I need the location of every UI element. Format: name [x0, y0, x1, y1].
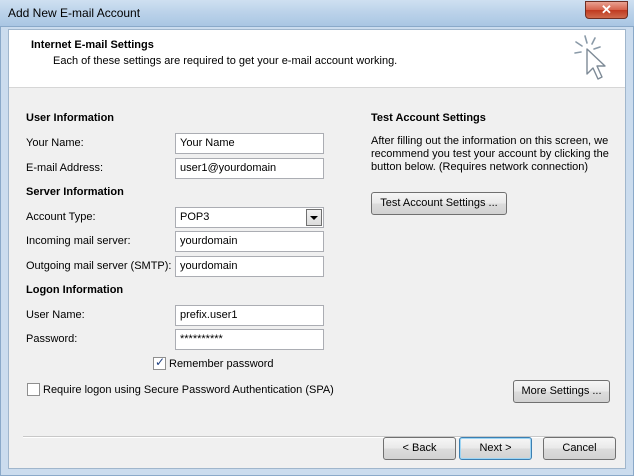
username-label: User Name:: [26, 309, 85, 321]
title-bar: Add New E-mail Account ✕: [0, 0, 634, 27]
email-label: E-mail Address:: [26, 162, 104, 174]
back-button[interactable]: < Back: [383, 437, 456, 460]
close-icon: ✕: [601, 2, 612, 17]
test-account-settings-button[interactable]: Test Account Settings ...: [371, 192, 507, 215]
username-input[interactable]: prefix.user1: [175, 305, 324, 326]
server-info-heading: Server Information: [26, 186, 124, 198]
password-input[interactable]: **********: [175, 329, 324, 350]
cursor-click-icon: [574, 35, 606, 80]
window-title: Add New E-mail Account: [8, 6, 141, 20]
outgoing-server-input[interactable]: yourdomain: [175, 256, 324, 277]
email-input[interactable]: user1@yourdomain: [175, 158, 324, 179]
remember-password-checkbox[interactable]: [153, 355, 166, 370]
outgoing-server-label: Outgoing mail server (SMTP):: [26, 260, 172, 272]
user-info-heading: User Information: [26, 112, 115, 124]
your-name-label: Your Name:: [26, 137, 84, 149]
account-type-value: POP3: [180, 211, 210, 223]
account-type-label: Account Type:: [26, 211, 96, 223]
header-banner: Internet E-mail Settings Each of these s…: [9, 30, 625, 88]
spa-checkbox[interactable]: [27, 383, 40, 396]
dialog-client: Internet E-mail Settings Each of these s…: [8, 29, 626, 469]
window-frame: Internet E-mail Settings Each of these s…: [0, 27, 634, 476]
close-button[interactable]: ✕: [585, 1, 628, 19]
more-settings-button[interactable]: More Settings ...: [513, 380, 610, 403]
chevron-down-icon[interactable]: [306, 209, 322, 226]
account-type-select[interactable]: POP3: [175, 207, 324, 228]
logon-info-heading: Logon Information: [26, 284, 124, 296]
test-settings-description: After filling out the information on thi…: [371, 135, 609, 173]
next-button[interactable]: Next >: [459, 437, 532, 460]
header-subtitle: Each of these settings are required to g…: [53, 55, 398, 67]
cancel-button[interactable]: Cancel: [543, 437, 616, 460]
spa-label: Require logon using Secure Password Auth…: [43, 384, 334, 396]
password-label: Password:: [26, 333, 78, 345]
header-title: Internet E-mail Settings: [31, 39, 154, 51]
remember-password-label: Remember password: [169, 358, 274, 370]
incoming-server-label: Incoming mail server:: [26, 235, 131, 247]
test-settings-heading: Test Account Settings: [371, 112, 486, 124]
incoming-server-input[interactable]: yourdomain: [175, 231, 324, 252]
your-name-input[interactable]: Your Name: [175, 133, 324, 154]
